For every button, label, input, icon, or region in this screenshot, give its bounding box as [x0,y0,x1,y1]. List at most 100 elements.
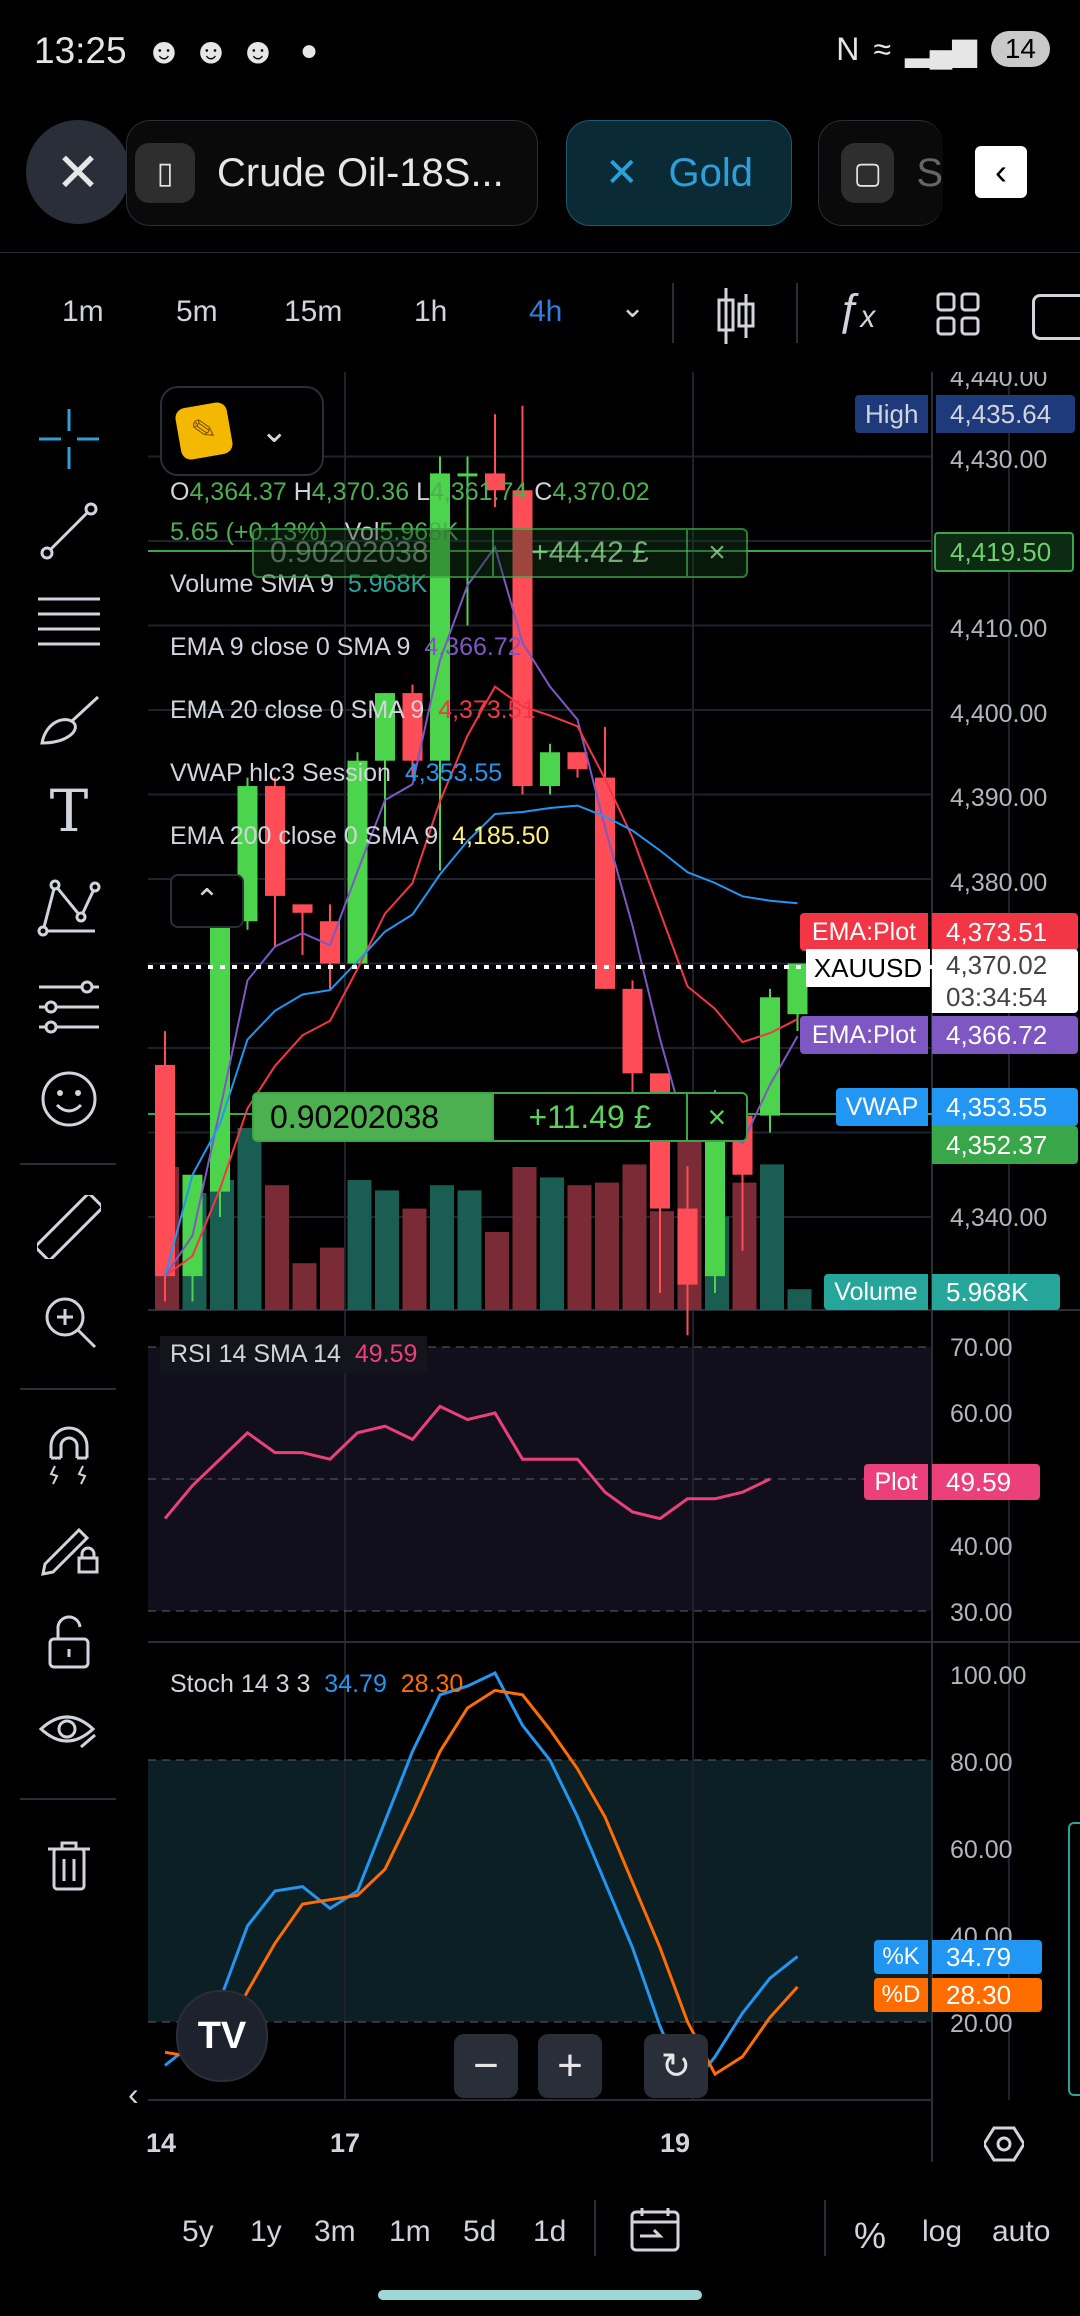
chevron-down-icon[interactable]: ⌄ [260,411,289,451]
position-order-bottom[interactable]: 0.90202038 +11.49 £ × [252,1092,748,1142]
tab-third[interactable]: ▢ S [818,120,943,226]
range-5y[interactable]: 5y [182,2215,214,2249]
candle-body [677,1208,698,1285]
volume-bar [787,1289,812,1310]
candle-body [622,988,643,1074]
volume-bar [210,1180,234,1310]
rsi-axis-label: 30.00 [950,1599,1013,1627]
rsi-value: 49.59 [354,1340,418,1368]
volume-bar [540,1177,564,1310]
stoch-axis-label: 100.00 [950,1662,1026,1690]
timeframe-5m[interactable]: 5m [176,295,218,329]
range-1m[interactable]: 1m [389,2215,431,2249]
high-label: H [293,478,312,506]
stoch-axis-label: 20.00 [950,2010,1013,2038]
date-axis-label: 17 [330,2128,360,2158]
settings-icon[interactable] [982,2124,1026,2164]
collapse-panel-icon[interactable]: ‹ [975,146,1027,198]
timeframe-4h[interactable]: 4h [529,295,562,329]
indicator-legend-ema200[interactable]: EMA 200 close 0 SMA 9 4,185.50 [170,822,549,851]
order-qty: 0.90202038 [270,536,429,569]
close-label: C [534,478,553,506]
price-axis-label: 4,430.00 [950,446,1047,474]
range-1d[interactable]: 1d [533,2215,566,2249]
price-axis-label: 4,380.00 [950,869,1047,897]
ema20-tag-label: EMA:Plot [800,913,928,951]
indicator-name: EMA 9 close 0 SMA 9 [170,633,411,661]
last-price-tag: 4,370.02 03:34:54 [932,949,1078,1013]
open-value: 4,364.37 [189,478,287,506]
timeframe-1h[interactable]: 1h [414,295,447,329]
timeframe-1m[interactable]: 1m [62,295,104,329]
stoch-band [148,1760,932,2022]
candle-body [210,921,230,1192]
order-price-tag: 4,419.50 [934,532,1074,572]
position-order-top[interactable]: 0.90202038 +44.42 £ × [252,528,748,578]
stoch-k-tag-value: 34.79 [932,1940,1042,1974]
zoom-in-button[interactable]: + [538,2034,602,2098]
stoch-k-value: 34.79 [324,1670,387,1698]
stoch-d-tag-label: %D [874,1978,928,2012]
close-icon[interactable]: × [688,1099,746,1136]
volume-bar [457,1190,482,1310]
order-pnl: +44.42 £ [531,536,649,569]
fullscreen-icon[interactable] [1032,294,1080,340]
status-icons: N ≈ ▂▄▆ 14 [836,30,1050,68]
tradingview-logo-icon[interactable]: TV [176,1990,268,2082]
log-scale-toggle[interactable]: log [922,2215,962,2249]
indicators-fx-icon[interactable]: ƒₓ [836,285,877,335]
timeframe-15m[interactable]: 15m [284,295,342,329]
rsi-tag-label: Plot [864,1464,928,1500]
chevron-down-icon[interactable]: ⌄ [620,290,645,325]
close-icon[interactable]: ✕ [605,150,639,196]
date-axis-label: 14 [146,2128,176,2158]
volume-bar [760,1164,784,1310]
status-bar: 13:25 ☻ ☻ ☻ ● N ≈ ▂▄▆ 14 [0,0,1080,100]
price-axis-label: 4,440.00 [950,372,1047,392]
tab-label: S [916,150,943,195]
candles-icon[interactable] [716,288,756,344]
volume-bar [430,1185,454,1310]
rsi-legend[interactable]: RSI 14 SMA 14 49.59 [160,1336,428,1373]
percent-scale-toggle[interactable]: % [854,2215,886,2257]
candle-body [347,760,368,964]
price-axis-label: 4,390.00 [950,784,1047,812]
rsi-axis-label: 40.00 [950,1533,1013,1561]
candle-body [787,963,808,1015]
home-indicator[interactable] [378,2290,702,2300]
auto-scale-toggle[interactable]: auto [992,2215,1050,2249]
layout-grid-icon[interactable] [936,292,980,336]
price-axis-label: 4,340.00 [950,1204,1047,1232]
range-5d[interactable]: 5d [463,2215,496,2249]
range-1y[interactable]: 1y [250,2215,282,2249]
tab-crude-oil[interactable]: ▯ Crude Oil-18S... [126,120,538,226]
close-icon[interactable]: × [688,536,746,570]
chevron-left-icon[interactable]: ‹ [128,2076,139,2113]
nfc-icon: N [836,30,860,67]
side-panel-handle[interactable] [1068,1822,1080,2096]
candle-body [292,904,313,913]
stoch-title: Stoch 14 3 3 [170,1670,311,1698]
rsi-title: RSI 14 SMA 14 [170,1340,341,1368]
go-to-date-icon[interactable] [630,2206,680,2252]
drawing-favorite-toolbar[interactable]: ✎ ⌄ [160,386,324,476]
indicator-value: 4,373.51 [438,696,536,724]
tab-label: Crude Oil-18S... [217,150,504,195]
price-axis-label: 4,400.00 [950,700,1047,728]
stoch-legend[interactable]: Stoch 14 3 3 34.79 28.30 [170,1670,463,1699]
indicator-legend-ema9[interactable]: EMA 9 close 0 SMA 9 4,366.72 [170,633,522,662]
range-3m[interactable]: 3m [314,2215,356,2249]
zoom-out-button[interactable]: − [454,2034,518,2098]
collapse-legend-button[interactable]: ⌃ [170,874,244,928]
ruler-pencil-icon: ✎ [173,400,235,462]
snapchat-icon: ☻ [145,30,183,71]
volume-bar [567,1185,592,1310]
close-icon[interactable]: ✕ [26,120,130,224]
tab-gold[interactable]: ✕ Gold [566,120,792,226]
indicator-legend-vwap[interactable]: VWAP hlc3 Session 4,353.55 [170,759,502,788]
divider [796,283,798,343]
reset-chart-icon[interactable]: ↻ [644,2034,708,2098]
ema20-tag-value: 4,373.51 [932,913,1078,951]
indicator-legend-ema20[interactable]: EMA 20 close 0 SMA 9 4,373.51 [170,696,536,725]
chart-area[interactable]: 4,440.00 4,430.00 4,410.00 4,400.00 4,39… [0,372,1080,2162]
